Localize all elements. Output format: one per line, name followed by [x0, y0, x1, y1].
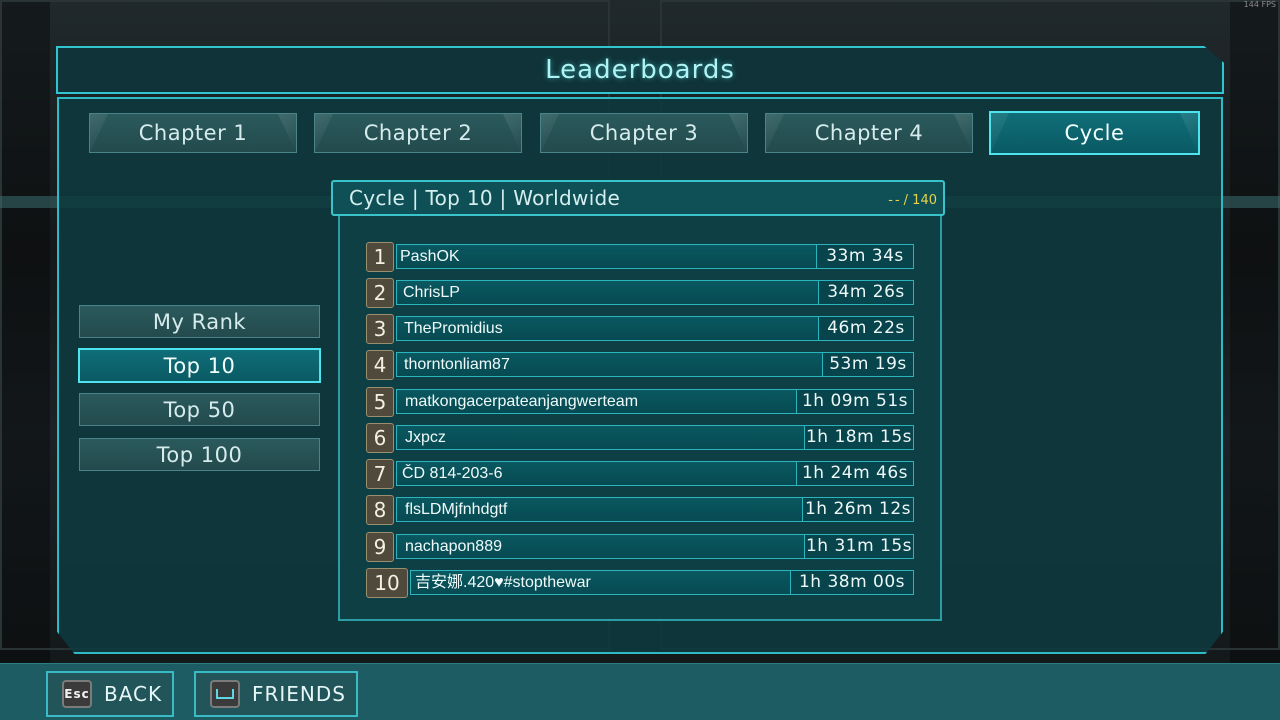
player-time: 1h 18m 15s: [804, 425, 914, 450]
player-time: 53m 19s: [822, 352, 914, 377]
my-rank-value: --: [888, 193, 902, 208]
leaderboard-row[interactable]: 5 matkongacerpateanjangwerteam 1h 09m 51…: [366, 387, 914, 417]
player-name: flsLDMjfnhdgtf: [396, 497, 836, 522]
player-name: PashOK: [396, 244, 848, 269]
title-bar: Leaderboards: [56, 46, 1224, 94]
player-name: thorntonliam87: [396, 352, 856, 377]
leaderboard-row[interactable]: 1 PashOK 33m 34s: [366, 242, 914, 272]
tab-chapter-2[interactable]: Chapter 2: [314, 113, 522, 153]
esc-key-icon: Esc: [62, 680, 92, 708]
spacebar-icon: [210, 680, 240, 708]
friends-label: FRIENDS: [252, 682, 346, 706]
player-name: 吉安娜.420♥#stopthewar: [410, 570, 834, 595]
tab-cycle[interactable]: Cycle: [989, 111, 1200, 155]
top-10-button[interactable]: Top 10: [78, 348, 321, 383]
leaderboard-row[interactable]: 8 flsLDMjfnhdgtf 1h 26m 12s: [366, 495, 914, 525]
player-time: 34m 26s: [818, 280, 914, 305]
leaderboard-row[interactable]: 10 吉安娜.420♥#stopthewar 1h 38m 00s: [366, 568, 914, 598]
leaderboard-row[interactable]: 2 ChrisLP 34m 26s: [366, 278, 914, 308]
tab-chapter-4[interactable]: Chapter 4: [765, 113, 973, 153]
player-time: 1h 26m 12s: [802, 497, 914, 522]
rank-count: --/ 140: [888, 193, 937, 208]
back-label: BACK: [104, 682, 163, 706]
rank-badge: 2: [366, 278, 394, 308]
back-button[interactable]: Esc BACK: [46, 671, 174, 717]
player-time: 1h 31m 15s: [804, 534, 914, 559]
tab-chapter-1[interactable]: Chapter 1: [89, 113, 297, 153]
rank-badge: 5: [366, 387, 394, 417]
player-time: 1h 24m 46s: [796, 461, 914, 486]
leaderboard-row[interactable]: 9 nachapon889 1h 31m 15s: [366, 532, 914, 562]
rank-badge: 3: [366, 314, 394, 344]
player-time: 33m 34s: [816, 244, 914, 269]
leaderboard-row[interactable]: 3 ThePromidius 46m 22s: [366, 314, 914, 344]
my-rank-button[interactable]: My Rank: [79, 305, 320, 338]
rank-badge: 9: [366, 532, 394, 562]
rank-badge: 1: [366, 242, 394, 272]
rank-badge: 8: [366, 495, 394, 525]
rank-badge: 4: [366, 350, 394, 380]
rank-badge: 6: [366, 423, 394, 453]
player-name: ThePromidius: [396, 316, 852, 341]
player-time: 1h 38m 00s: [790, 570, 914, 595]
bottom-bar: [0, 663, 1280, 720]
fps-counter: 144 FPS: [1243, 0, 1276, 9]
player-name: ČD 814-203-6: [396, 461, 830, 486]
leaderboard-header: Cycle | Top 10 | Worldwide --/ 140: [331, 180, 945, 216]
leaderboard-row[interactable]: 7 ČD 814-203-6 1h 24m 46s: [366, 459, 914, 489]
rank-badge: 7: [366, 459, 394, 489]
total-count: / 140: [903, 193, 937, 208]
player-name: nachapon889: [396, 534, 838, 559]
top-50-button[interactable]: Top 50: [79, 393, 320, 426]
friends-button[interactable]: FRIENDS: [194, 671, 358, 717]
page-title: Leaderboards: [545, 55, 735, 85]
player-name: ChrisLP: [396, 280, 852, 305]
tab-chapter-3[interactable]: Chapter 3: [540, 113, 748, 153]
player-name: matkongacerpateanjangwerteam: [396, 389, 830, 414]
leaderboard-row[interactable]: 4 thorntonliam87 53m 19s: [366, 350, 914, 380]
player-name: Jxpcz: [396, 425, 838, 450]
player-time: 1h 09m 51s: [796, 389, 914, 414]
top-100-button[interactable]: Top 100: [79, 438, 320, 471]
leaderboard-row[interactable]: 6 Jxpcz 1h 18m 15s: [366, 423, 914, 453]
player-time: 46m 22s: [818, 316, 914, 341]
rank-badge: 10: [366, 568, 408, 598]
leaderboard-title: Cycle | Top 10 | Worldwide: [349, 186, 621, 210]
